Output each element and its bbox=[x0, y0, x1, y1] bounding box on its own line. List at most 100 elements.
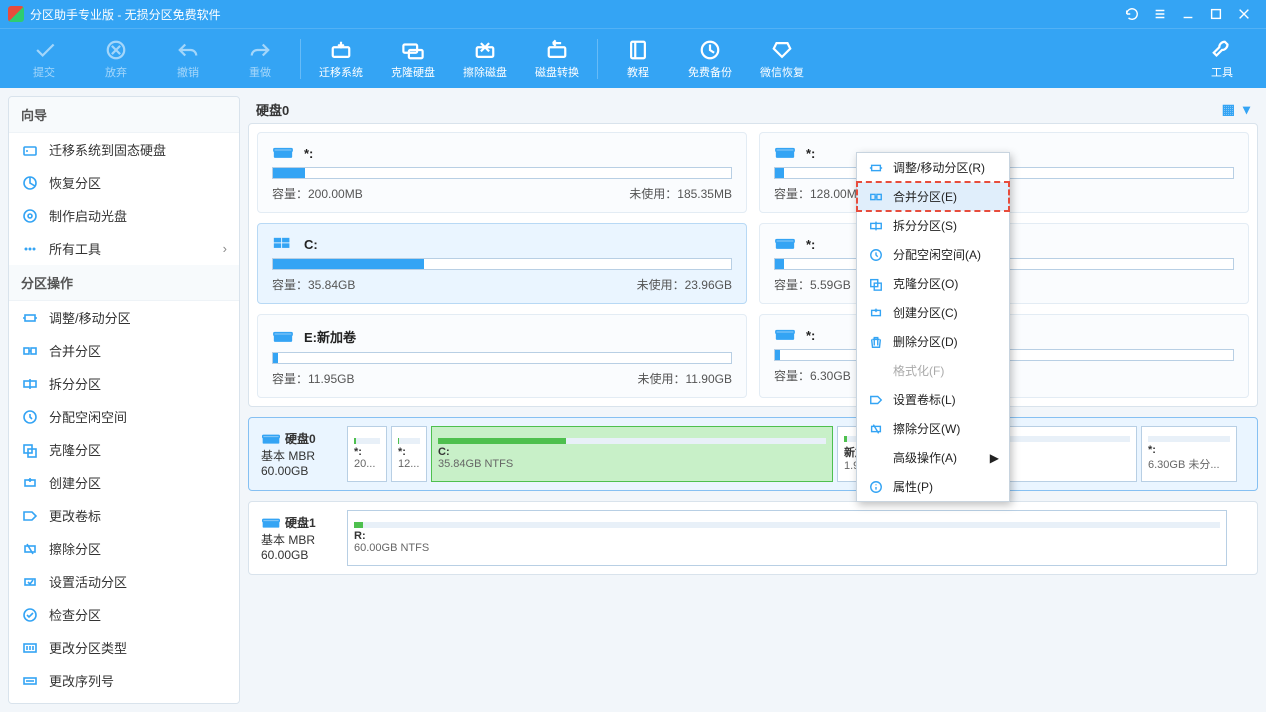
partition-card[interactable]: C: 容量：35.84GB未使用：23.96GB bbox=[257, 223, 747, 304]
drive-arrow-icon bbox=[329, 38, 353, 62]
sidebar-item[interactable]: 所有工具 › bbox=[9, 232, 239, 265]
redo-icon bbox=[248, 38, 272, 62]
context-menu-item[interactable]: 创建分区(C) bbox=[857, 298, 1009, 327]
sidebar-item[interactable]: 制作启动光盘 bbox=[9, 199, 239, 232]
maximize-icon[interactable] bbox=[1202, 4, 1230, 24]
drive-icon bbox=[272, 329, 294, 345]
sidebar-item[interactable]: 更改卷标 bbox=[9, 499, 239, 532]
disk-segment[interactable]: *:6.30GB 未分... bbox=[1141, 426, 1237, 482]
toolbar-wechat[interactable]: 微信恢复 bbox=[746, 31, 818, 87]
sidebar-item[interactable]: 拆分分区 bbox=[9, 367, 239, 400]
create-icon bbox=[867, 305, 885, 321]
sidebar-item[interactable]: 更改序列号 bbox=[9, 664, 239, 697]
usage-bar bbox=[272, 167, 732, 179]
collapse-icon[interactable]: ▾ bbox=[1243, 101, 1250, 118]
partition-card[interactable]: E:新加卷 容量：11.95GB未使用：11.90GB bbox=[257, 314, 747, 398]
disk-segment[interactable]: *:20... bbox=[347, 426, 387, 482]
app-logo-icon bbox=[8, 6, 24, 22]
disk-segment[interactable]: R:60.00GB NTFS bbox=[347, 510, 1227, 566]
toolbar-check[interactable]: 提交 bbox=[8, 31, 80, 87]
main-panel: 硬盘0 ▦ ▾ *: 容量：200.00MB未使用：185.35MB *: 容量… bbox=[248, 96, 1258, 704]
context-menu-item[interactable]: 调整/移动分区(R) bbox=[857, 153, 1009, 182]
erase-icon bbox=[21, 540, 39, 558]
toolbar-drive-arrow[interactable]: 迁移系统 bbox=[305, 31, 377, 87]
menu-icon[interactable] bbox=[1146, 4, 1174, 24]
resize-icon bbox=[867, 160, 885, 176]
context-menu-item[interactable]: 删除分区(D) bbox=[857, 327, 1009, 356]
drive-icon bbox=[774, 327, 796, 343]
sidebar-item[interactable]: 克隆分区 bbox=[9, 433, 239, 466]
refresh-icon[interactable] bbox=[1118, 4, 1146, 24]
sidebar-item[interactable]: 检查分区 bbox=[9, 598, 239, 631]
check-icon bbox=[32, 38, 56, 62]
context-menu-item[interactable]: 合并分区(E) bbox=[857, 182, 1009, 211]
context-menu-item: 格式化(F) bbox=[857, 356, 1009, 385]
active-icon bbox=[21, 573, 39, 591]
sidebar-item[interactable]: 创建分区 bbox=[9, 466, 239, 499]
context-menu-item[interactable]: 克隆分区(O) bbox=[857, 269, 1009, 298]
drive-icon bbox=[774, 236, 796, 252]
grid-view-icon[interactable]: ▦ bbox=[1222, 101, 1235, 118]
context-menu-item[interactable]: 设置卷标(L) bbox=[857, 385, 1009, 414]
create-icon bbox=[21, 474, 39, 492]
toolbar-drive-convert[interactable]: 磁盘转换 bbox=[521, 31, 593, 87]
partition-cards: *: 容量：200.00MB未使用：185.35MB *: 容量：128.00M… bbox=[248, 123, 1258, 407]
backup-icon bbox=[698, 38, 722, 62]
sidebar-item[interactable]: 擦除分区 bbox=[9, 532, 239, 565]
toolbar-drive-clone[interactable]: 克隆硬盘 bbox=[377, 31, 449, 87]
blank-icon bbox=[867, 363, 885, 379]
wrench-icon bbox=[1210, 38, 1234, 62]
usage-bar bbox=[272, 352, 732, 364]
clone-icon bbox=[867, 276, 885, 292]
info-icon bbox=[867, 479, 885, 495]
disk-segment[interactable]: *:12... bbox=[391, 426, 427, 482]
sidebar-item[interactable]: 分配空闲空间 bbox=[9, 400, 239, 433]
context-menu-item[interactable]: 拆分分区(S) bbox=[857, 211, 1009, 240]
toolbar-redo[interactable]: 重做 bbox=[224, 31, 296, 87]
wechat-icon bbox=[770, 38, 794, 62]
minimize-icon[interactable] bbox=[1174, 4, 1202, 24]
blank-icon bbox=[867, 450, 885, 466]
undo-icon bbox=[176, 38, 200, 62]
split-icon bbox=[867, 218, 885, 234]
titlebar: 分区助手专业版 - 无损分区免费软件 bbox=[0, 0, 1266, 28]
drive-icon bbox=[272, 145, 294, 161]
sidebar-item[interactable]: 恢复分区 bbox=[9, 166, 239, 199]
trash-icon bbox=[867, 334, 885, 350]
disk-segment[interactable]: C:35.84GB NTFS bbox=[431, 426, 833, 482]
resize-icon bbox=[21, 309, 39, 327]
serial-icon bbox=[21, 672, 39, 690]
disk-strip: 硬盘1 基本 MBR60.00GB R:60.00GB NTFS bbox=[248, 501, 1258, 575]
drive-convert-icon bbox=[545, 38, 569, 62]
sidebar-item[interactable]: 分区对齐 bbox=[9, 697, 239, 704]
close-icon[interactable] bbox=[1230, 4, 1258, 24]
merge-icon bbox=[867, 189, 885, 205]
clock-icon bbox=[867, 247, 885, 263]
sidebar-item[interactable]: 更改分区类型 bbox=[9, 631, 239, 664]
context-menu-item[interactable]: 擦除分区(W) bbox=[857, 414, 1009, 443]
toolbar-undo[interactable]: 撤销 bbox=[152, 31, 224, 87]
sidebar-item[interactable]: 调整/移动分区 bbox=[9, 301, 239, 334]
toolbar-backup[interactable]: 免费备份 bbox=[674, 31, 746, 87]
sidebar: 向导 迁移系统到固态硬盘 恢复分区 制作启动光盘 所有工具 ›分区操作 调整/移… bbox=[8, 96, 240, 704]
toolbar-x-circle[interactable]: 放弃 bbox=[80, 31, 152, 87]
context-menu-item[interactable]: 分配空闲空间(A) bbox=[857, 240, 1009, 269]
drive-icon bbox=[774, 145, 796, 161]
sidebar-item[interactable]: 迁移系统到固态硬盘 bbox=[9, 133, 239, 166]
toolbar-drive-erase[interactable]: 擦除磁盘 bbox=[449, 31, 521, 87]
dots-icon bbox=[21, 240, 39, 258]
toolbar-book[interactable]: 教程 bbox=[602, 31, 674, 87]
toolbar: 提交 放弃 撤销 重做 迁移系统 克隆硬盘 擦除磁盘 磁盘转换 教程 免费备份 … bbox=[0, 28, 1266, 88]
toolbar-tools[interactable]: 工具 bbox=[1186, 31, 1258, 87]
app-title: 分区助手专业版 - 无损分区免费软件 bbox=[30, 6, 221, 23]
pie-icon bbox=[21, 174, 39, 192]
disk-header-title: 硬盘0 bbox=[256, 100, 289, 119]
clone-icon bbox=[21, 441, 39, 459]
partition-card[interactable]: *: 容量：200.00MB未使用：185.35MB bbox=[257, 132, 747, 213]
context-menu-item[interactable]: 高级操作(A) ▶ bbox=[857, 443, 1009, 472]
sidebar-item[interactable]: 合并分区 bbox=[9, 334, 239, 367]
sidebar-item[interactable]: 设置活动分区 bbox=[9, 565, 239, 598]
context-menu-item[interactable]: 属性(P) bbox=[857, 472, 1009, 501]
x-circle-icon bbox=[104, 38, 128, 62]
merge-icon bbox=[21, 342, 39, 360]
